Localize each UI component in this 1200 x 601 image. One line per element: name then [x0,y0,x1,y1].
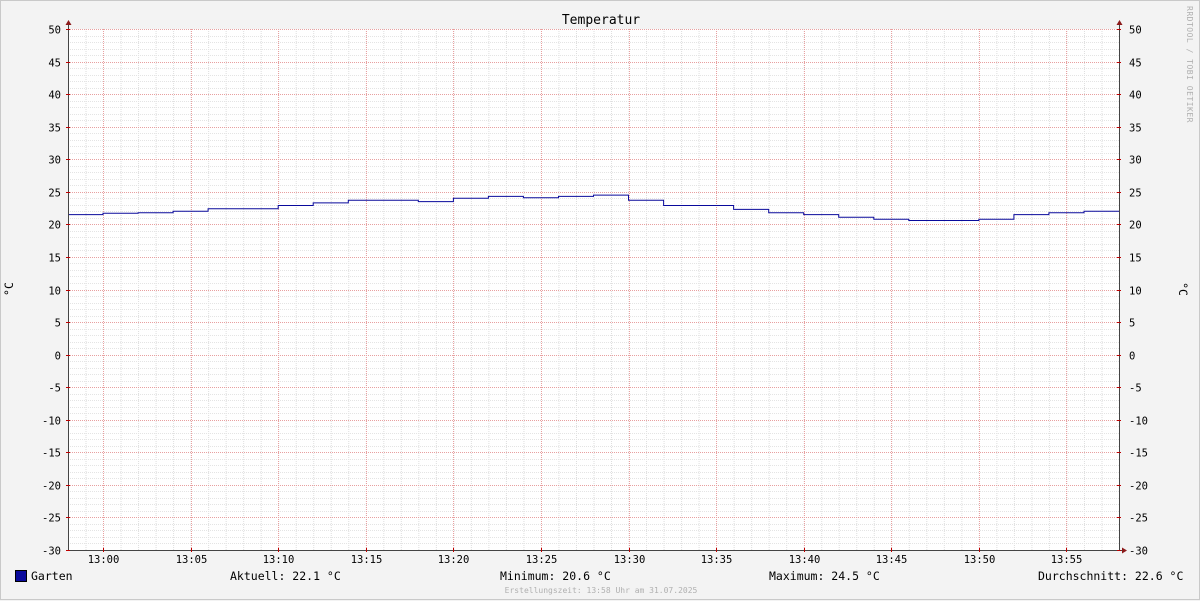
y-tick-label-left: 40 [48,90,61,102]
y-tick-label-right: -20 [1129,481,1148,493]
y-tick-label-left: -30 [42,546,61,558]
y-tick-label-right: -15 [1129,448,1148,460]
y-tick-label-right: 10 [1129,286,1142,298]
x-tick-label: 13:50 [964,554,996,566]
x-tick-label: 13:30 [614,554,646,566]
y-tick-label-right: 40 [1129,90,1142,102]
x-tick-label: 13:35 [701,554,733,566]
x-tick-label: 13:15 [351,554,383,566]
y-tick-label-left: -20 [42,481,61,493]
y-tick-label-right: 5 [1129,318,1135,330]
y-tick-label-right: 20 [1129,220,1142,232]
x-tick-label: 13:20 [438,554,470,566]
y-tick-label-left: 20 [48,220,61,232]
y-tick-label-right: 0 [1129,351,1135,363]
x-tick-labels: 13:00 13:05 13:10 13:15 13:20 13:25 13:30 13:35… [88,554,1083,566]
y-tick-label-left: -10 [42,416,61,428]
y-tick-label-left: 35 [48,123,61,135]
stat-maximum: Maximum: 24.5 °C [769,569,880,583]
x-tick-label: 13:45 [876,554,908,566]
y-tick-label-left: 45 [48,58,61,70]
y-tick-label-right: 25 [1129,188,1142,200]
y-tick-label-left: 25 [48,188,61,200]
x-tick-label: 13:00 [88,554,120,566]
footer-timestamp: Erstellungszeit: 13:58 Uhr am 31.07.2025 [505,586,698,595]
y-axis-label-left: °C [2,282,16,296]
chart-canvas: 50454035302520151050-5-10-15-20-25-30 50… [2,6,1194,595]
x-axis-arrow [1122,547,1127,554]
y-axis-right-arrow [1116,20,1123,25]
legend-label-garten: Garten [31,569,73,583]
stat-minimum: Minimum: 20.6 °C [500,569,611,583]
chart-title: Temperatur [562,13,640,28]
x-tick-label: 13:25 [526,554,558,566]
y-tick-label-left: 15 [48,253,61,265]
y-tick-label-left: -25 [42,513,61,525]
x-tick-label: 13:05 [176,554,208,566]
y-tick-label-right: 15 [1129,253,1142,265]
y-tick-label-left: 10 [48,286,61,298]
y-tick-labels-left: 50454035302520151050-5-10-15-20-25-30 [42,25,61,558]
y-tick-label-left: 5 [55,318,61,330]
chart-frame: 50 45 40 35 30 25 20 15 10 5 0 -5 -10 -15 -20 -25 -30 50… [0,0,1200,600]
y-tick-label-left: -5 [48,383,61,395]
y-tick-label-right: -10 [1129,416,1148,428]
y-tick-label-left: 30 [48,155,61,167]
y-tick-label-left: 50 [48,25,61,37]
x-tick-label: 13:10 [263,554,295,566]
legend-swatch-garten [15,570,27,582]
y-axis-left-arrow [65,20,72,25]
stat-average: Durchschnitt: 22.6 °C [1038,569,1184,583]
y-tick-labels-right: 50454035302520151050-5-10-15-20-25-30 [1129,25,1148,558]
y-tick-label-right: 50 [1129,25,1142,37]
watermark: RRDTOOL / TOBI OETIKER [1185,6,1194,123]
y-tick-label-left: 0 [55,351,61,363]
y-tick-label-right: 45 [1129,58,1142,70]
stat-current: Aktuell: 22.1 °C [230,569,341,583]
y-tick-label-right: -5 [1129,383,1142,395]
y-tick-label-right: 35 [1129,123,1142,135]
y-axis-label-right: °C [1176,282,1190,296]
y-tick-label-left: -15 [42,448,61,460]
y-tick-label-right: -30 [1129,546,1148,558]
x-tick-label: 13:40 [789,554,821,566]
y-tick-label-right: -25 [1129,513,1148,525]
x-tick-label: 13:55 [1051,554,1083,566]
y-tick-label-right: 30 [1129,155,1142,167]
